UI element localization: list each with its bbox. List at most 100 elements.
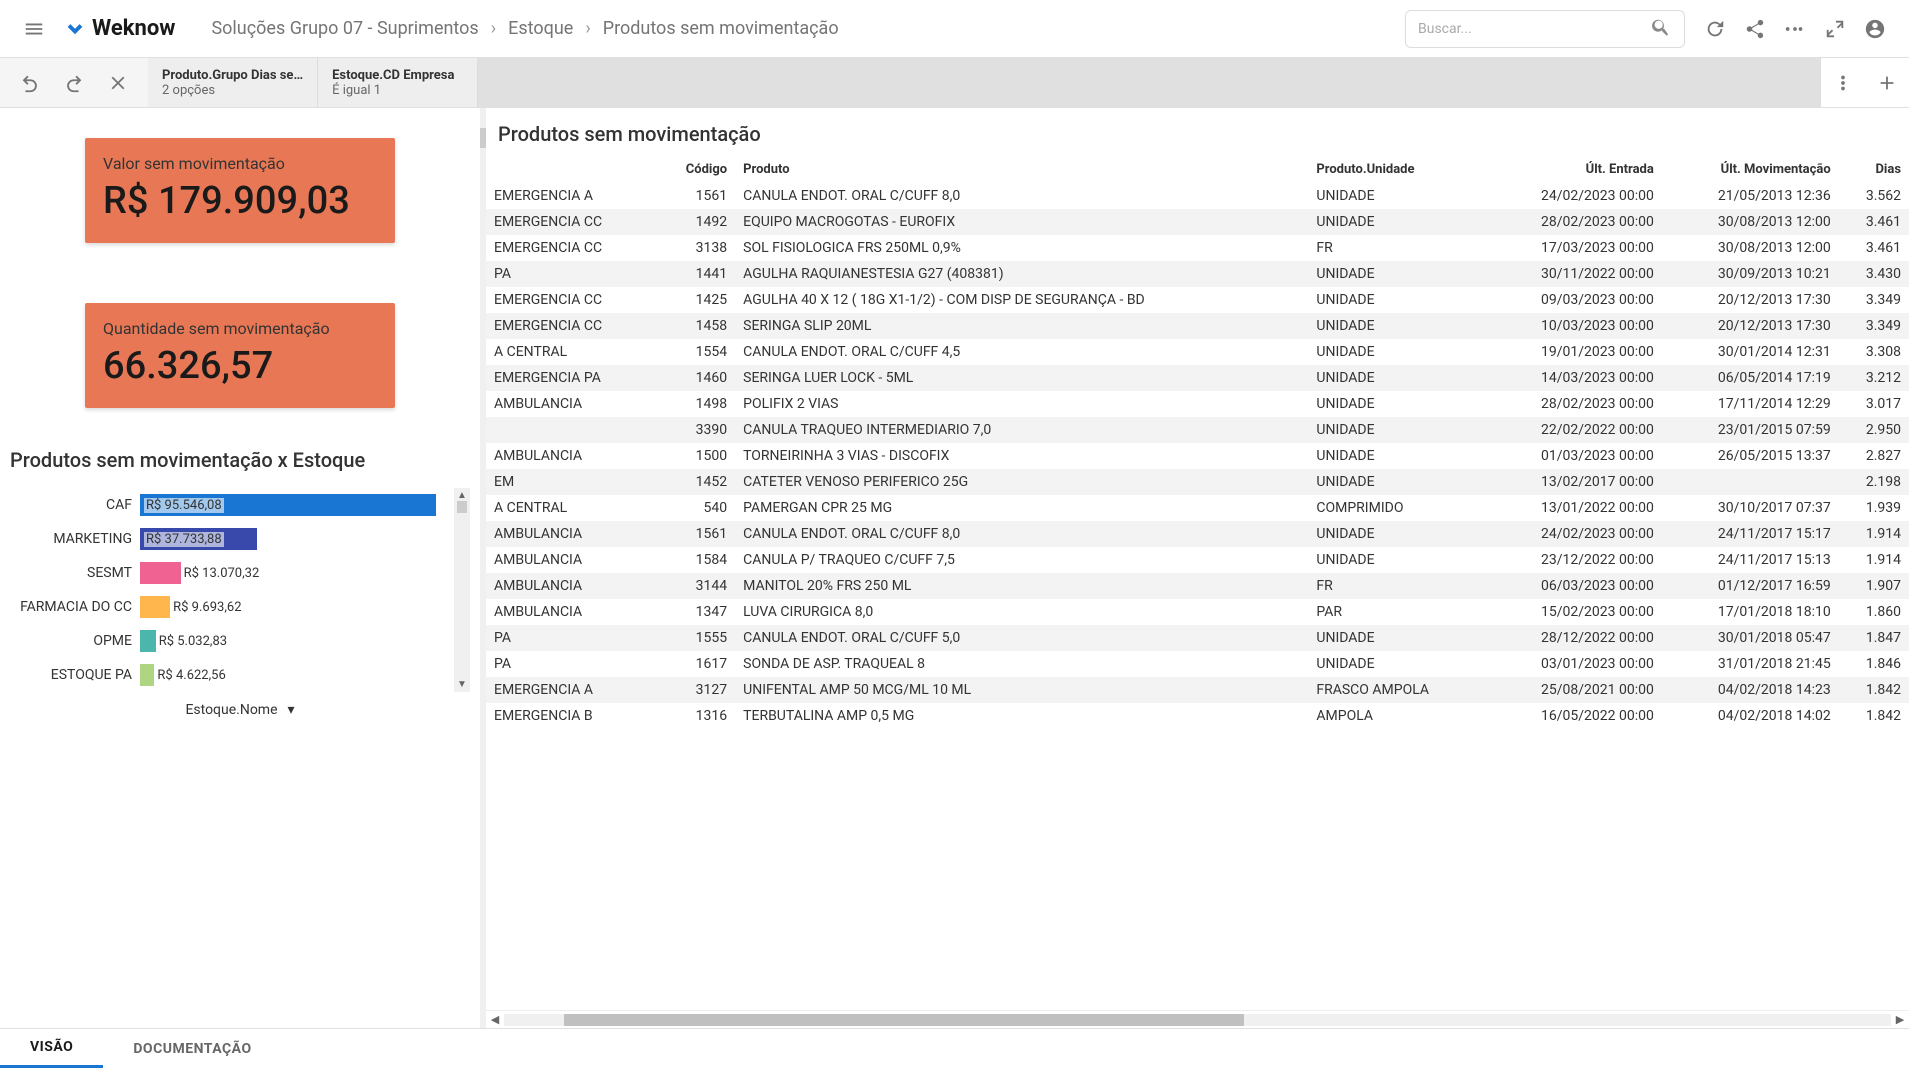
chart-category: SESMT [10, 565, 140, 581]
table-cell: EMERGENCIA A [486, 183, 656, 209]
more-icon[interactable] [1777, 11, 1813, 47]
account-icon[interactable] [1857, 11, 1893, 47]
logo[interactable]: Weknow [64, 15, 175, 42]
table-hscroll[interactable]: ◀ ▶ [486, 1010, 1909, 1028]
more-vertical-icon[interactable] [1821, 59, 1865, 107]
filter-sub: 2 opções [162, 83, 303, 98]
table-row[interactable]: AMBULANCIA1500TORNEIRINHA 3 VIAS - DISCO… [486, 443, 1909, 469]
share-icon[interactable] [1737, 11, 1773, 47]
close-icon[interactable] [100, 65, 136, 101]
search-input[interactable] [1418, 21, 1650, 37]
table-row[interactable]: PA1617SONDA DE ASP. TRAQUEAL 8UNIDADE03/… [486, 651, 1909, 677]
chart-bar[interactable] [140, 630, 156, 652]
table-row[interactable]: AMBULANCIA1561CANULA ENDOT. ORAL C/CUFF … [486, 521, 1909, 547]
table-row[interactable]: EMERGENCIA CC1492EQUIPO MACROGOTAS - EUR… [486, 209, 1909, 235]
table-cell: 1.914 [1839, 547, 1909, 573]
table-cell: TERBUTALINA AMP 0,5 MG [735, 703, 1308, 729]
table-row[interactable]: AMBULANCIA1584CANULA P/ TRAQUEO C/CUFF 7… [486, 547, 1909, 573]
table-row[interactable]: EMERGENCIA CC3138SOL FISIOLOGICA FRS 250… [486, 235, 1909, 261]
table-header[interactable]: Produto.Unidade [1308, 156, 1485, 183]
table-header[interactable]: Últ. Entrada [1485, 156, 1662, 183]
table-header[interactable]: Código [656, 156, 735, 183]
table-cell: UNIDADE [1308, 391, 1485, 417]
table-cell: 14/03/2023 00:00 [1485, 365, 1662, 391]
table-cell: 3.308 [1839, 339, 1909, 365]
table-cell: PAMERGAN CPR 25 MG [735, 495, 1308, 521]
table-cell: SERINGA SLIP 20ML [735, 313, 1308, 339]
table-row[interactable]: PA1555CANULA ENDOT. ORAL C/CUFF 5,0UNIDA… [486, 625, 1909, 651]
table-row[interactable]: EMERGENCIA PA1460SERINGA LUER LOCK - 5ML… [486, 365, 1909, 391]
kpi-card-value[interactable]: Valor sem movimentação R$ 179.909,03 [85, 138, 395, 243]
table-cell: 3390 [656, 417, 735, 443]
menu-icon[interactable] [16, 11, 52, 47]
kpi-card-qty[interactable]: Quantidade sem movimentação 66.326,57 [85, 303, 395, 408]
breadcrumb-item[interactable]: Soluções Grupo 07 - Suprimentos [211, 18, 478, 39]
collapse-icon[interactable] [1817, 11, 1853, 47]
redo-icon[interactable] [56, 65, 92, 101]
table-cell: 21/05/2013 12:36 [1662, 183, 1839, 209]
chart-row[interactable]: ESTOQUE PAR$ 4.622,56 [10, 658, 450, 692]
scroll-track[interactable] [504, 1014, 1891, 1026]
scroll-right-icon[interactable]: ▶ [1891, 1013, 1909, 1026]
tab-docs[interactable]: DOCUMENTAÇÃO [103, 1029, 281, 1068]
table-header[interactable]: Dias [1839, 156, 1909, 183]
table-row[interactable]: AMBULANCIA1498POLIFIX 2 VIASUNIDADE28/02… [486, 391, 1909, 417]
chart-bar[interactable] [140, 596, 170, 618]
chart-row[interactable]: FARMACIA DO CCR$ 9.693,62 [10, 590, 450, 624]
tab-vision[interactable]: VISÃO [0, 1029, 103, 1068]
filter-chip[interactable]: Produto.Grupo Dias se… 2 opções [148, 58, 318, 107]
search-icon[interactable] [1650, 16, 1672, 42]
search-box[interactable] [1405, 10, 1685, 48]
chart-row[interactable]: CAFR$ 95.546,08 [10, 488, 450, 522]
table-row[interactable]: EMERGENCIA CC1425AGULHA 40 X 12 ( 18G X1… [486, 287, 1909, 313]
logo-icon [64, 15, 86, 42]
scroll-up-icon[interactable]: ▲ [457, 490, 467, 501]
table-cell: 15/02/2023 00:00 [1485, 599, 1662, 625]
chart-row[interactable]: SESMTR$ 13.070,32 [10, 556, 450, 590]
table-row[interactable]: EMERGENCIA CC1458SERINGA SLIP 20MLUNIDAD… [486, 313, 1909, 339]
table-row[interactable]: AMBULANCIA3144MANITOL 20% FRS 250 MLFR06… [486, 573, 1909, 599]
table-cell: 3.017 [1839, 391, 1909, 417]
filter-chip[interactable]: Estoque.CD Empresa É igual 1 [318, 58, 478, 107]
table-header[interactable]: Últ. Movimentação [1662, 156, 1839, 183]
chart-row[interactable]: OPMER$ 5.032,83 [10, 624, 450, 658]
chart-vscroll[interactable]: ▲ ▼ [454, 488, 470, 692]
refresh-icon[interactable] [1697, 11, 1733, 47]
table-header[interactable]: Produto [735, 156, 1308, 183]
scroll-left-icon[interactable]: ◀ [486, 1013, 504, 1026]
chart-rows[interactable]: CAFR$ 95.546,08MARKETINGR$ 37.733,88SESM… [10, 488, 450, 692]
chart-row[interactable]: MARKETINGR$ 37.733,88 [10, 522, 450, 556]
table-cell: EMERGENCIA CC [486, 313, 656, 339]
table-row[interactable]: PA1441AGULHA RAQUIANESTESIA G27 (408381)… [486, 261, 1909, 287]
undo-icon[interactable] [12, 65, 48, 101]
table-row[interactable]: EMERGENCIA A1561CANULA ENDOT. ORAL C/CUF… [486, 183, 1909, 209]
table-row[interactable]: A CENTRAL1554CANULA ENDOT. ORAL C/CUFF 4… [486, 339, 1909, 365]
chart-bar-wrap: R$ 95.546,08 [140, 494, 450, 516]
table-row[interactable]: EMERGENCIA A3127UNIFENTAL AMP 50 MCG/ML … [486, 677, 1909, 703]
table-wrap[interactable]: CódigoProdutoProduto.UnidadeÚlt. Entrada… [486, 156, 1909, 1010]
table-row[interactable]: AMBULANCIA1347LUVA CIRURGICA 8,0PAR15/02… [486, 599, 1909, 625]
table-cell: EMERGENCIA PA [486, 365, 656, 391]
scroll-thumb[interactable] [457, 501, 467, 513]
table-cell: 540 [656, 495, 735, 521]
table-cell: 31/01/2018 21:45 [1662, 651, 1839, 677]
table-header[interactable] [486, 156, 656, 183]
scroll-down-icon[interactable]: ▼ [457, 679, 467, 690]
breadcrumb-item[interactable]: Estoque [508, 18, 573, 39]
filter-bar: Produto.Grupo Dias se… 2 opções Estoque.… [0, 58, 1909, 108]
table-row[interactable]: EMERGENCIA B1316TERBUTALINA AMP 0,5 MGAM… [486, 703, 1909, 729]
table-row[interactable]: EM1452CATETER VENOSO PERIFERICO 25GUNIDA… [486, 469, 1909, 495]
chart-bar[interactable] [140, 562, 181, 584]
breadcrumb-item[interactable]: Produtos sem movimentação [603, 18, 839, 39]
table-cell: CANULA ENDOT. ORAL C/CUFF 5,0 [735, 625, 1308, 651]
chart-axis-selector[interactable]: Estoque.Nome ▾ [10, 702, 470, 718]
kpi-value: R$ 179.909,03 [103, 179, 377, 223]
add-filter-icon[interactable] [1865, 59, 1909, 107]
table-cell: AMBULANCIA [486, 521, 656, 547]
table-row[interactable]: A CENTRAL540PAMERGAN CPR 25 MGCOMPRIMIDO… [486, 495, 1909, 521]
scroll-thumb[interactable] [564, 1014, 1244, 1026]
chart-bar[interactable] [140, 664, 154, 686]
chart-bar-wrap: R$ 5.032,83 [140, 630, 450, 652]
table-row[interactable]: 3390CANULA TRAQUEO INTERMEDIARIO 7,0UNID… [486, 417, 1909, 443]
table-cell: 1441 [656, 261, 735, 287]
